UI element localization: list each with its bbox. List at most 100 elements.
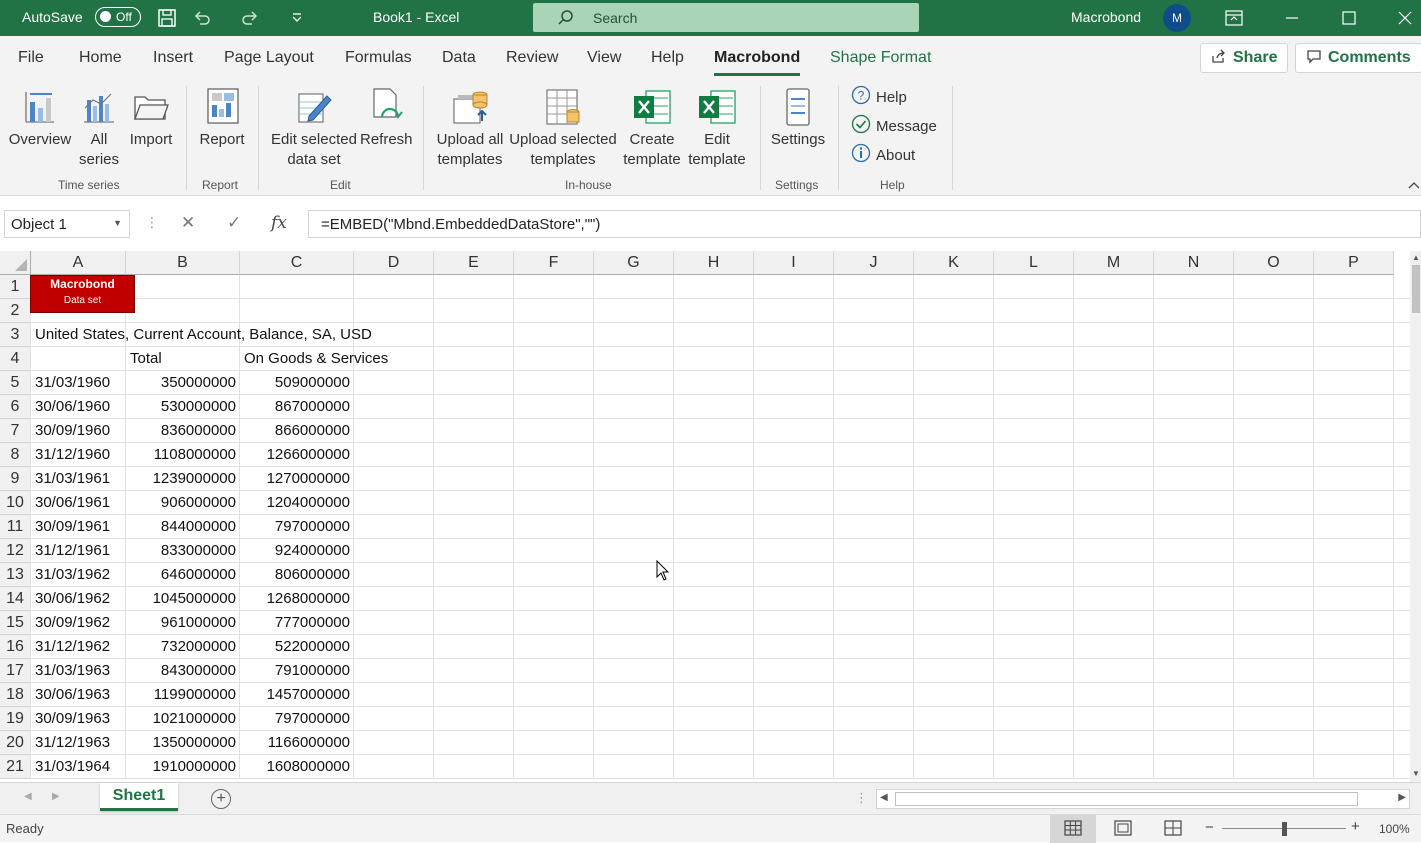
search-box[interactable]: Search [533,3,919,32]
row-header-3[interactable]: 3 [0,323,31,347]
column-header-m[interactable]: M [1074,251,1154,275]
cell-c8[interactable]: 1266000000 [244,443,350,467]
maximize-icon[interactable] [1337,6,1361,30]
column-header-h[interactable]: H [674,251,754,275]
name-box[interactable]: Object 1 ▼ [4,210,130,238]
cell-b19[interactable]: 1021000000 [130,707,236,731]
cell-a12[interactable]: 31/12/1961 [35,539,122,563]
cell-b17[interactable]: 843000000 [130,659,236,683]
row-header-7[interactable]: 7 [0,419,31,443]
cell-b15[interactable]: 961000000 [130,611,236,635]
cell-c21[interactable]: 1608000000 [244,755,350,779]
cell-b10[interactable]: 906000000 [130,491,236,515]
scroll-up-icon[interactable]: ▲ [1412,253,1420,262]
column-header-i[interactable]: I [754,251,834,275]
tab-macrobond[interactable]: Macrobond [714,49,801,76]
cell-c13[interactable]: 806000000 [244,563,350,587]
cell-b8[interactable]: 1108000000 [130,443,236,467]
tab-view[interactable]: View [587,49,621,67]
next-sheet-icon[interactable]: ▶ [52,791,60,802]
cell-c15[interactable]: 777000000 [244,611,350,635]
row-header-12[interactable]: 12 [0,539,31,563]
cell-c14[interactable]: 1268000000 [244,587,350,611]
tab-file[interactable]: File [18,49,44,67]
scroll-thumb[interactable] [895,792,1358,806]
undo-icon[interactable] [190,6,214,30]
scroll-thumb[interactable] [1412,265,1420,313]
all-series-button[interactable]: All series [78,84,120,170]
tab-formulas[interactable]: Formulas [345,49,412,67]
cell-a20[interactable]: 31/12/1963 [35,731,122,755]
column-header-k[interactable]: K [914,251,994,275]
row-header-10[interactable]: 10 [0,491,31,515]
cell-a11[interactable]: 30/09/1961 [35,515,122,539]
about-button[interactable]: About [851,143,915,167]
row-header-20[interactable]: 20 [0,731,31,755]
enter-icon[interactable]: ✓ [227,213,241,233]
row-header-21[interactable]: 21 [0,755,31,779]
row-header-4[interactable]: 4 [0,347,31,371]
column-header-n[interactable]: N [1154,251,1234,275]
help-button[interactable]: ? Help [851,85,907,109]
create-template-button[interactable]: Create template [620,84,684,170]
tab-page-layout[interactable]: Page Layout [224,49,314,67]
cell-a15[interactable]: 30/09/1962 [35,611,122,635]
cell-c16[interactable]: 522000000 [244,635,350,659]
edit-template-button[interactable]: Edit template [684,84,750,170]
cell-b5[interactable]: 350000000 [130,371,236,395]
prev-sheet-icon[interactable]: ◀ [24,791,32,802]
collapse-ribbon-icon[interactable] [1408,178,1420,193]
minimize-icon[interactable] [1280,6,1304,30]
row-header-6[interactable]: 6 [0,395,31,419]
column-header-b[interactable]: B [126,251,240,275]
normal-view-button[interactable] [1050,815,1096,843]
column-header-f[interactable]: F [514,251,594,275]
comments-button[interactable]: Comments [1295,43,1421,73]
cell-a18[interactable]: 30/06/1963 [35,683,122,707]
scroll-right-icon[interactable]: ▶ [1398,792,1406,803]
row-header-9[interactable]: 9 [0,467,31,491]
tab-home[interactable]: Home [79,49,122,67]
row-header-16[interactable]: 16 [0,635,31,659]
import-button[interactable]: Import [126,84,176,150]
cell-b11[interactable]: 844000000 [130,515,236,539]
upload-selected-templates-button[interactable]: Upload selected templates [508,84,618,170]
report-button[interactable]: Report [196,84,248,150]
cell-b12[interactable]: 833000000 [130,539,236,563]
customize-qat-icon[interactable] [285,6,309,30]
cell-c18[interactable]: 1457000000 [244,683,350,707]
cell-a14[interactable]: 30/06/1962 [35,587,122,611]
cell-c10[interactable]: 1204000000 [244,491,350,515]
page-layout-view-button[interactable] [1100,815,1146,843]
cell-b13[interactable]: 646000000 [130,563,236,587]
column-header-g[interactable]: G [594,251,674,275]
close-icon[interactable] [1393,6,1417,30]
cell-c11[interactable]: 797000000 [244,515,350,539]
row-header-14[interactable]: 14 [0,587,31,611]
row-header-2[interactable]: 2 [0,299,31,323]
row-header-5[interactable]: 5 [0,371,31,395]
cancel-icon[interactable]: ✕ [181,213,195,233]
zoom-level[interactable]: 100% [1379,822,1410,836]
column-header-d[interactable]: D [354,251,434,275]
avatar[interactable]: M [1163,4,1191,32]
scroll-left-icon[interactable]: ◀ [880,792,888,803]
cell-a10[interactable]: 30/06/1961 [35,491,122,515]
save-icon[interactable] [155,6,179,30]
row-header-13[interactable]: 13 [0,563,31,587]
row-header-11[interactable]: 11 [0,515,31,539]
ribbon-display-icon[interactable] [1222,6,1246,30]
cell-a5[interactable]: 31/03/1960 [35,371,122,395]
scroll-down-icon[interactable]: ▼ [1412,769,1420,778]
cell-b16[interactable]: 732000000 [130,635,236,659]
vertical-scrollbar[interactable]: ▲ ▼ [1410,251,1421,782]
row-header-18[interactable]: 18 [0,683,31,707]
cell-c7[interactable]: 866000000 [244,419,350,443]
cell-b7[interactable]: 836000000 [130,419,236,443]
zoom-out-icon[interactable]: − [1205,819,1214,836]
split-handle-icon[interactable]: ⋮ [855,790,868,806]
zoom-slider-thumb[interactable] [1282,822,1287,836]
zoom-in-icon[interactable]: + [1351,818,1360,835]
cell-b14[interactable]: 1045000000 [130,587,236,611]
cell-b21[interactable]: 1910000000 [130,755,236,779]
